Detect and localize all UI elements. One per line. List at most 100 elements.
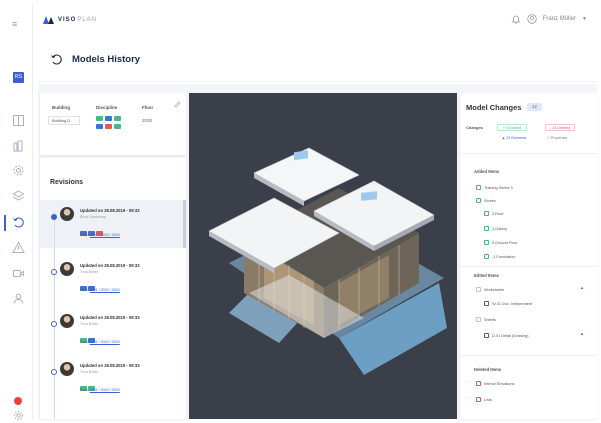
floor-value[interactable]: 2030 [142,118,152,123]
sheet-icon [484,333,489,338]
app-logo[interactable]: VISO PLAN [43,16,97,24]
timeline-dot [51,269,57,275]
edited-item[interactable]: Worksheets [476,287,504,292]
deleted-item[interactable]: Interior Elevations [476,381,514,386]
revision-date: Updated on 28.08.2019 - 09:33 [80,263,140,268]
settings-icon[interactable] [12,164,25,177]
revision-chips [80,278,120,291]
added-item[interactable]: -1 Foundation [484,254,515,259]
added-item[interactable]: Training Series 3 [476,185,513,190]
active-indicator [4,215,6,231]
user-icon[interactable] [12,292,25,305]
revision-user: Tona Bollet [80,370,98,374]
expand-arrow-icon[interactable]: ▲ [580,331,584,336]
timeline-dot [51,369,57,375]
sheet-icon [476,287,481,292]
model-changes-panel: Model Changes 12 Changes + 34 Added - 34… [460,93,597,419]
divider [460,266,597,267]
revisions-title: Revisions [50,179,84,186]
discipline-chip[interactable] [114,116,121,121]
model-viewer[interactable] [189,93,457,419]
added-item[interactable]: Stories [476,198,496,203]
discipline-chip[interactable] [105,124,112,129]
revision-user: Tona Bollet [80,270,98,274]
edited-item[interactable]: Sheets [476,317,496,322]
discipline-chip[interactable] [96,116,103,121]
building-select[interactable]: Building D [48,116,80,125]
revision-item[interactable]: Updated on 28.08.2019 - 09:33 Tona Bolle… [40,258,186,306]
revision-item[interactable]: Updated on 28.08.2019 - 09:33 Tona Bolle… [40,358,186,406]
revision-chips [80,378,120,391]
warning-icon[interactable] [12,241,25,254]
edit-icon[interactable] [174,101,181,108]
profile-icon[interactable] [527,14,537,24]
video-icon[interactable] [12,267,25,280]
logo-text-bold: VISO [58,17,77,23]
discipline-chip[interactable] [96,124,103,129]
revision-user: Burst Dantelnap [80,215,106,219]
deleted-filter-pill[interactable]: - 34 Deleted [545,124,575,131]
revision-row: Row: 0001 / 0002 / 0003 [80,233,120,237]
expand-arrow-icon[interactable]: ▲ [580,285,584,290]
discipline-label: Discipline [96,105,118,110]
layers-icon[interactable] [12,189,25,202]
folder-icon [476,198,481,203]
added-item[interactable]: 1.Gallery [484,226,507,231]
revision-user: Tona Bollet [80,322,98,326]
notification-badge[interactable] [14,397,22,405]
edited-item[interactable]: W-01 Doc. Independent [484,301,532,306]
chevron-down-icon[interactable]: ▼ [582,16,587,22]
added-filter-pill[interactable]: + 34 Added [497,124,527,131]
revision-date: Updated on 28.08.2019 - 09:33 [80,363,140,368]
revision-row-link[interactable]: 0001 / 0002 / 0003 [90,340,120,344]
revision-date: Updated on 28.08.2019 - 09:33 [80,315,140,320]
menu-icon[interactable]: ≡ [12,19,17,29]
avatar [60,207,74,221]
changes-label: Changes [466,125,483,130]
revision-chips [80,223,120,236]
revision-row: Row: 0001 / 0002 / 0003 [80,340,120,344]
layer-icon [484,240,489,245]
top-bar: VISO PLAN Franz Müller ▼ [33,4,597,36]
revision-item[interactable]: Updated on 28.08.2019 - 09:33 Tona Bolle… [40,310,186,358]
file-icon [476,397,481,402]
file-icon [476,185,481,190]
user-name[interactable]: Franz Müller [543,16,576,22]
revision-row-link[interactable]: 0001 / 0002 / 0003 [90,233,120,237]
added-items-title: Added Items [474,169,500,174]
edited-item[interactable]: D-01 Detail (Drawing) [484,333,529,338]
avatar [60,362,74,376]
revisions-card: Revisions Updated on 28.08.2019 - 09:33 … [40,158,186,419]
sheet-icon [476,317,481,322]
building-model-render[interactable] [189,93,457,419]
added-item[interactable]: 0.Ground Floor [484,240,518,245]
revision-row-link[interactable]: 0001 / 0002 / 0003 [90,388,120,392]
discipline-chip[interactable] [114,124,121,129]
page-header: Models History [38,40,597,82]
revision-item[interactable]: Updated on 28.08.2019 - 09:33 Burst Dant… [40,203,186,251]
properties-toggle[interactable]: ☐ Properties [542,135,572,142]
gear-icon[interactable] [12,409,25,422]
deleted-item[interactable]: Lists [476,397,492,402]
timeline-dot [51,321,57,327]
layer-icon [484,254,489,259]
revision-row-link[interactable]: 0001 / 0002 / 0003 [90,288,120,292]
filter-card: Building Discipline Floor Building D 203… [40,93,186,155]
divider [460,355,597,356]
building-icon[interactable] [12,139,25,152]
bell-icon[interactable] [511,14,521,24]
workspace-badge[interactable]: RS [13,72,24,83]
sheet-icon [484,301,489,306]
model-changes-title: Model Changes [466,103,522,112]
discipline-chip[interactable] [105,116,112,121]
history-icon [51,54,62,65]
avatar [60,262,74,276]
user-menu[interactable]: Franz Müller ▼ [511,14,587,24]
elements-toggle[interactable]: ▲ 23 Elements [497,135,531,142]
history-icon[interactable] [12,216,25,229]
added-item[interactable]: 2.Roof [484,211,503,216]
file-icon [476,381,481,386]
edited-items-title: Edited Items [474,273,499,278]
building-label: Building [52,105,70,110]
floorplan-icon[interactable] [12,114,25,127]
